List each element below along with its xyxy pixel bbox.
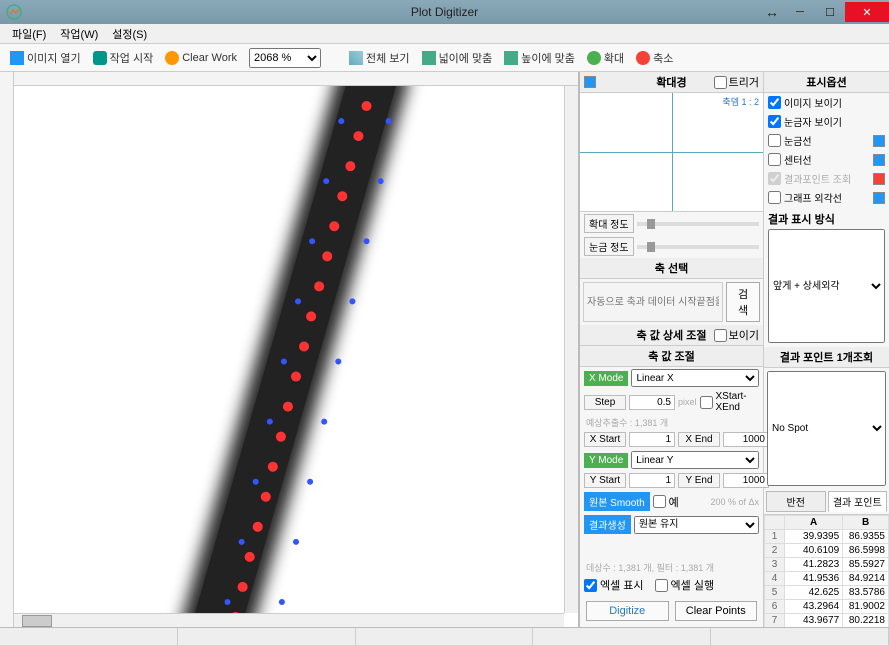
smooth-button[interactable]: 원본 Smooth: [584, 492, 650, 511]
table-row[interactable]: 341.282385.5927: [765, 557, 889, 571]
app-icon: [6, 4, 22, 20]
close-button[interactable]: ✕: [845, 2, 889, 22]
result-display-mode-select[interactable]: 앞게 + 상세외각: [768, 229, 885, 343]
ystart-input[interactable]: [629, 473, 675, 488]
menu-settings[interactable]: 설정(S): [106, 24, 153, 44]
table-row[interactable]: 542.62583.5786: [765, 585, 889, 599]
ymode-button[interactable]: Y Mode: [584, 453, 628, 468]
grid-prec-label: 눈금 정도: [584, 237, 634, 256]
xend-label: X End: [678, 432, 720, 447]
ystart-label: Y Start: [584, 473, 626, 488]
axis-show-checkbox[interactable]: [714, 329, 727, 342]
axis-detail-header: 축 값 상세 조절 보이기: [580, 325, 763, 346]
horizontal-ruler: [0, 72, 578, 86]
magnifier-ratio: 축뎀 1 : 2: [722, 95, 759, 108]
result-display-mode-label: 결과 표시 방식: [764, 207, 889, 229]
zoom-select[interactable]: 2068 %: [249, 48, 321, 68]
xend-input[interactable]: [723, 432, 769, 447]
axis-value-header: 축 값 조절: [580, 346, 763, 367]
col-a-header: A: [785, 515, 843, 529]
table-row[interactable]: 240.610986.5998: [765, 543, 889, 557]
start-work-button[interactable]: 작업 시작: [89, 48, 158, 68]
result-gen-button[interactable]: 결과생성: [584, 515, 631, 534]
magnifier-view: 축뎀 1 : 2: [580, 93, 763, 212]
status-bar: [0, 627, 889, 645]
magnifier-header: 확대경 트리거: [580, 72, 763, 93]
plot-canvas[interactable]: [14, 86, 578, 627]
tab-result-points[interactable]: 결과 포인트: [828, 491, 888, 512]
zoom-prec-slider[interactable]: [637, 222, 759, 226]
digitize-button[interactable]: Digitize: [586, 601, 669, 621]
toolbar: 이미지 열기 작업 시작 Clear Work 2068 % 전체 보기 넓이에…: [0, 44, 889, 72]
step-label: Step: [584, 395, 626, 410]
excel-show-checkbox[interactable]: [584, 579, 597, 592]
menu-bar: 파일(F) 작업(W) 설정(S): [0, 24, 889, 44]
show-image-checkbox[interactable]: [768, 96, 781, 109]
est-count: 예상추출수 : 1,381 개: [580, 415, 763, 430]
gridlines-checkbox[interactable]: [768, 134, 781, 147]
fit-width-button[interactable]: 넓이에 맞춤: [418, 48, 497, 68]
menu-work[interactable]: 작업(W): [54, 24, 104, 44]
result-color[interactable]: [873, 173, 885, 185]
xstart-input[interactable]: [629, 432, 675, 447]
centerline-color[interactable]: [873, 154, 885, 166]
tab-invert[interactable]: 반전: [766, 491, 826, 512]
maximize-button[interactable]: ☐: [815, 2, 845, 22]
step-input[interactable]: [629, 395, 675, 410]
table-row[interactable]: 743.967780.2218: [765, 613, 889, 627]
data-table[interactable]: AB 139.939586.9355240.610986.5998341.282…: [764, 514, 889, 627]
canvas-area[interactable]: [0, 72, 579, 627]
display-options-header: 표시옵션: [764, 72, 889, 93]
axis-search-input[interactable]: [583, 282, 723, 322]
v-scrollbar[interactable]: [564, 86, 578, 613]
yend-label: Y End: [678, 473, 720, 488]
result-highlight-checkbox: [768, 172, 781, 185]
centerline-checkbox[interactable]: [768, 153, 781, 166]
clear-points-button[interactable]: Clear Points: [675, 601, 758, 621]
table-row[interactable]: 139.939586.9355: [765, 529, 889, 543]
fit-height-button[interactable]: 높이에 맞춤: [500, 48, 579, 68]
outline-color[interactable]: [873, 192, 885, 204]
title-arrows: ↔: [765, 4, 779, 20]
axis-search-button[interactable]: 검색: [726, 282, 760, 322]
excel-run-checkbox[interactable]: [655, 579, 668, 592]
table-row[interactable]: 441.953684.9214: [765, 571, 889, 585]
smooth-checkbox[interactable]: [653, 495, 666, 508]
axis-select-header: 축 선택: [580, 258, 763, 279]
grid-prec-slider[interactable]: [637, 245, 759, 249]
view-full-button[interactable]: 전체 보기: [345, 48, 414, 68]
zoom-out-button[interactable]: 축소: [632, 48, 677, 68]
ymode-select[interactable]: Linear Y: [631, 451, 759, 469]
outline-checkbox[interactable]: [768, 191, 781, 204]
col-b-header: B: [843, 515, 889, 529]
zoom-prec-label: 확대 정도: [584, 214, 634, 233]
vertical-ruler: [0, 72, 14, 627]
spot-select[interactable]: No Spot: [767, 371, 886, 485]
yend-input[interactable]: [723, 473, 769, 488]
h-scrollbar[interactable]: [14, 613, 564, 627]
zoom-in-button[interactable]: 확대: [583, 48, 628, 68]
gridlines-color[interactable]: [873, 135, 885, 147]
result-mode-select[interactable]: 원본 유지: [634, 516, 759, 534]
xmode-select[interactable]: Linear X: [631, 369, 759, 387]
points-header: 결과 포인트 1개조회: [764, 347, 889, 368]
minimize-button[interactable]: ─: [785, 2, 815, 22]
menu-file[interactable]: 파일(F): [6, 24, 52, 44]
app-title: Plot Digitizer: [411, 5, 478, 19]
draw-checkbox[interactable]: [714, 76, 727, 89]
mag-color-icon: [584, 76, 596, 88]
xmode-button[interactable]: X Mode: [584, 371, 628, 386]
xstartxend-checkbox[interactable]: [700, 396, 713, 409]
show-ruler-checkbox[interactable]: [768, 115, 781, 128]
data-count: 데상수 : 1,381 개, 필터 : 1,381 개: [580, 560, 763, 575]
open-image-button[interactable]: 이미지 열기: [6, 48, 85, 68]
title-bar: Plot Digitizer ↔ ─ ☐ ✕: [0, 0, 889, 24]
xstart-label: X Start: [584, 432, 626, 447]
table-row[interactable]: 643.296481.9002: [765, 599, 889, 613]
clear-work-button[interactable]: Clear Work: [161, 49, 241, 67]
